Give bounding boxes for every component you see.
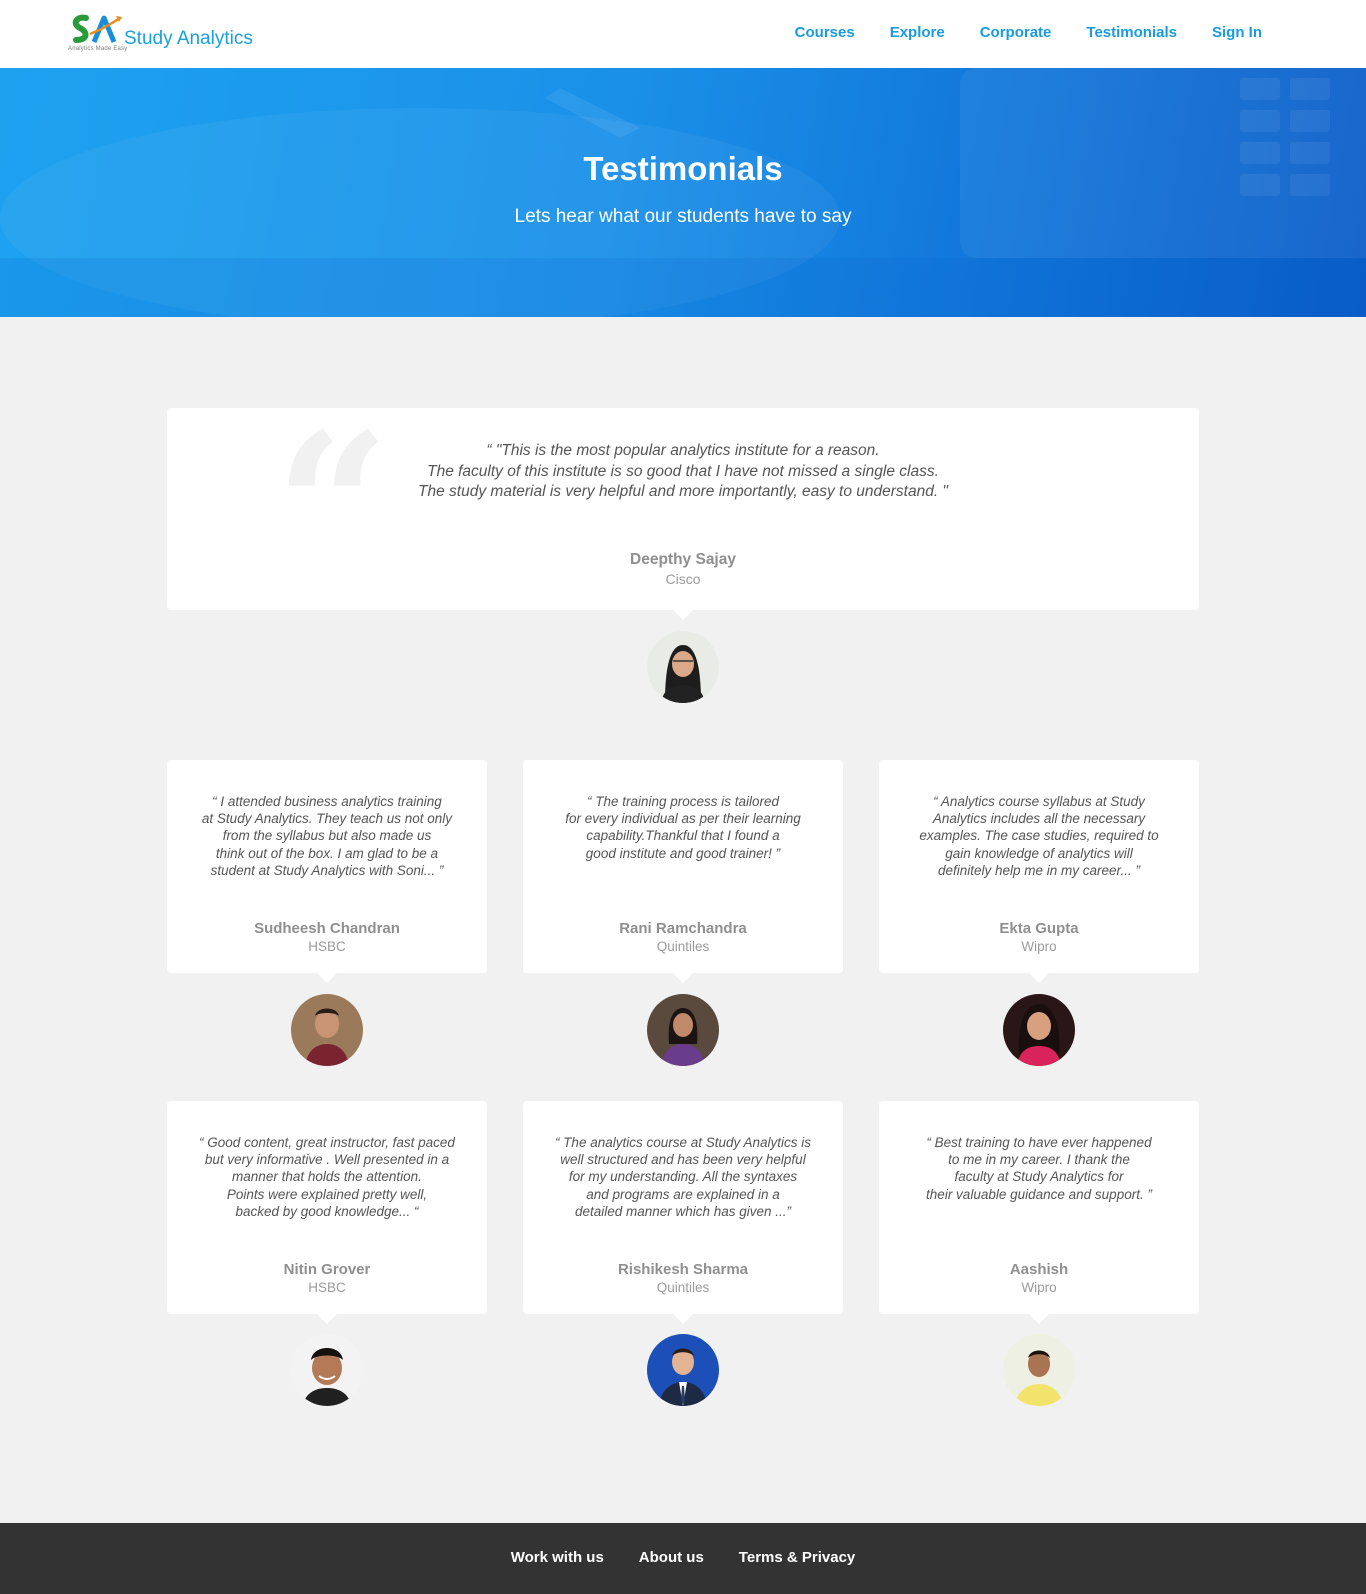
logo-text: Study Analytics (124, 28, 253, 49)
featured-testimonial-card: “ “ "This is the most popular analytics … (167, 408, 1199, 620)
testimonial-name: Nitin Grover (283, 1261, 371, 1278)
nav-courses[interactable]: Courses (795, 24, 855, 41)
card-pointer (317, 973, 337, 983)
site-header: Analytics Made Easy Study Analytics Cour… (0, 0, 1366, 68)
footer-link-terms-privacy[interactable]: Terms & Privacy (739, 1549, 855, 1566)
card-pointer (673, 973, 693, 983)
testimonial-quote: “ The analytics course at Study Analytic… (554, 1135, 812, 1219)
avatar (291, 994, 363, 1066)
avatar (1003, 1334, 1075, 1406)
card-pointer (1029, 973, 1049, 983)
card-pointer (673, 1314, 693, 1324)
man-avatar-icon (291, 1334, 363, 1406)
testimonial-quote: “ Analytics course syllabus at Study Ana… (919, 794, 1159, 878)
testimonial-quote: “ Best training to have ever happened to… (926, 1135, 1152, 1202)
testimonial-name: Sudheesh Chandran (254, 920, 400, 937)
card-pointer (1029, 1314, 1049, 1324)
avatar (1003, 994, 1075, 1066)
testimonial-name: Deepthy Sajay (630, 551, 736, 568)
testimonial-name: Rishikesh Sharma (617, 1261, 749, 1278)
testimonial-company: Wipro (1021, 939, 1057, 954)
avatar (647, 631, 719, 703)
woman-avatar-icon (647, 994, 719, 1066)
main-nav: Courses Explore Corporate Testimonials S… (795, 24, 1262, 41)
card-pointer (673, 610, 693, 620)
testimonial-quote: “ The training process is tailored for e… (565, 794, 801, 861)
footer-link-work-with-us[interactable]: Work with us (511, 1549, 604, 1566)
woman-avatar-icon (647, 631, 719, 703)
avatar (291, 1334, 363, 1406)
testimonial-card: “ The analytics course at Study Analytic… (523, 1101, 843, 1324)
nav-corporate[interactable]: Corporate (980, 24, 1052, 41)
avatar (647, 1334, 719, 1406)
testimonial-company: Quintiles (656, 1280, 710, 1295)
footer-link-about-us[interactable]: About us (639, 1549, 704, 1566)
card-pointer (317, 1314, 337, 1324)
testimonial-company: HSBC (308, 939, 346, 954)
nav-explore[interactable]: Explore (890, 24, 945, 41)
avatar (647, 994, 719, 1066)
testimonial-name: Ekta Gupta (999, 920, 1079, 937)
testimonial-quote: “ "This is the most popular analytics in… (418, 442, 948, 500)
testimonial-card: “ Good content, great instructor, fast p… (167, 1101, 487, 1324)
testimonial-quote: “ I attended business analytics training… (201, 794, 453, 878)
nav-sign-in[interactable]: Sign In (1212, 24, 1262, 41)
testimonial-company: Cisco (665, 571, 701, 587)
site-footer: Work with us About us Terms & Privacy (0, 1523, 1366, 1594)
testimonial-company: Wipro (1021, 1280, 1057, 1295)
page-subtitle: Lets hear what our students have to say (514, 206, 852, 227)
testimonial-card: “ Analytics course syllabus at Study Ana… (879, 760, 1199, 983)
man-avatar-icon (647, 1334, 719, 1406)
hero-banner: Testimonials Lets hear what our students… (0, 68, 1366, 317)
footer-nav: Work with us About us Terms & Privacy (0, 1549, 1366, 1566)
logo-tagline: Analytics Made Easy (68, 46, 128, 52)
testimonial-card: “ Best training to have ever happened to… (879, 1101, 1199, 1324)
testimonial-company: HSBC (308, 1280, 346, 1295)
man-avatar-icon (291, 994, 363, 1066)
testimonial-company: Quintiles (656, 939, 710, 954)
testimonial-name: Aashish (1009, 1261, 1069, 1278)
hero-background-image (0, 68, 1366, 317)
testimonial-card: “ The training process is tailored for e… (523, 760, 843, 983)
woman-avatar-icon (1003, 994, 1075, 1066)
testimonial-name: Rani Ramchandra (619, 920, 747, 937)
man-avatar-icon (1003, 1334, 1075, 1406)
testimonial-card: “ I attended business analytics training… (167, 760, 487, 983)
logo[interactable]: Analytics Made Easy Study Analytics (68, 12, 258, 56)
nav-testimonials[interactable]: Testimonials (1086, 24, 1177, 41)
testimonial-quote: “ Good content, great instructor, fast p… (199, 1135, 455, 1219)
page-title: Testimonials (583, 150, 783, 187)
